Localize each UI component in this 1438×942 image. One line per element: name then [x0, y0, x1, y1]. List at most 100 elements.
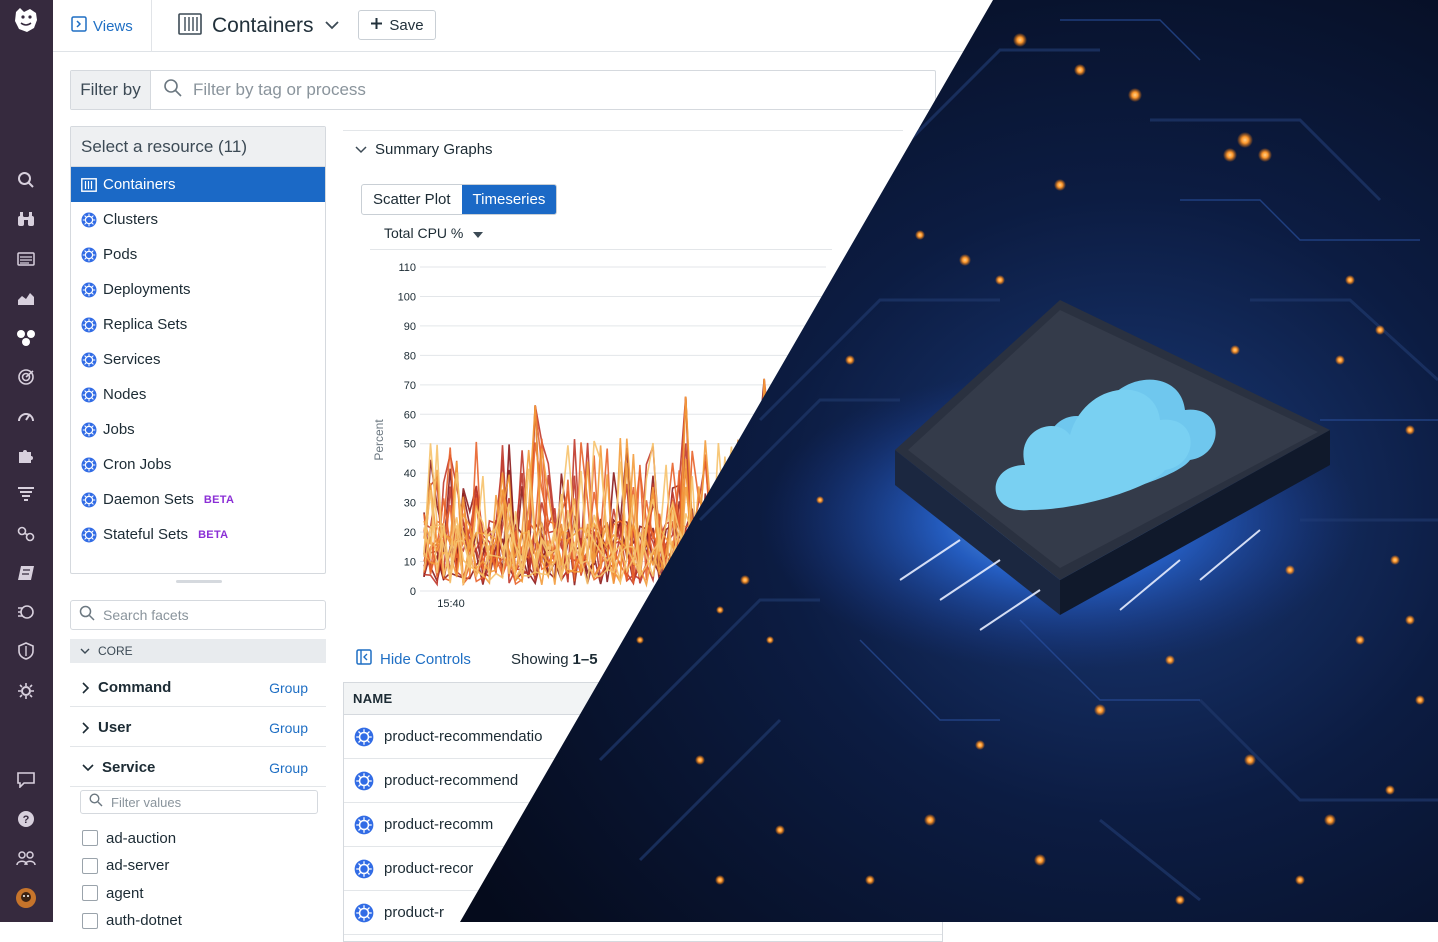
kubernetes-icon	[81, 457, 97, 473]
kubernetes-icon	[81, 387, 97, 403]
checkbox[interactable]	[82, 830, 98, 846]
tab-timeseries[interactable]: Timeseries	[461, 185, 557, 214]
resource-item-label: Pods	[103, 246, 138, 263]
integrations-puzzle-icon[interactable]	[14, 443, 38, 467]
resource-item-daemon-sets[interactable]: Daemon Sets BETA	[71, 482, 325, 517]
metric-selector[interactable]: Total CPU %	[384, 222, 484, 244]
service-value-row[interactable]: ad-auction	[82, 827, 176, 849]
chevron-down-icon	[82, 763, 94, 772]
facet-command[interactable]: Command Group	[70, 669, 326, 707]
kubernetes-icon	[354, 771, 374, 791]
metrics-chart-icon[interactable]	[14, 286, 38, 310]
resource-item-replica-sets[interactable]: Replica Sets	[71, 307, 325, 342]
apm-target-icon[interactable]	[14, 365, 38, 389]
user-avatar[interactable]	[14, 886, 38, 910]
kubernetes-icon	[81, 317, 97, 333]
security-shield-icon[interactable]	[14, 639, 38, 663]
team-icon[interactable]	[14, 846, 38, 870]
core-label: CORE	[98, 644, 133, 658]
row-name: product-recomm	[384, 816, 494, 833]
containers-icon	[178, 12, 202, 40]
y-tick-label: 0	[410, 586, 416, 598]
resource-item-label: Services	[103, 351, 161, 368]
rum-icon[interactable]	[14, 600, 38, 624]
ci-gear-icon[interactable]	[14, 679, 38, 703]
service-value-label: auth-dotnet	[106, 912, 182, 929]
collapse-panel-icon	[356, 649, 372, 669]
hide-controls-button[interactable]: Hide Controls	[356, 648, 471, 670]
page-title: Containers	[212, 14, 314, 37]
resource-item-deployments[interactable]: Deployments	[71, 272, 325, 307]
resource-item-jobs[interactable]: Jobs	[71, 412, 325, 447]
hide-controls-label: Hide Controls	[380, 650, 471, 668]
y-tick-label: 20	[404, 527, 416, 539]
kubernetes-icon	[81, 492, 97, 508]
search-facets-field	[70, 600, 326, 630]
kubernetes-icon	[81, 212, 97, 228]
summary-graphs-heading: Summary Graphs	[375, 141, 493, 158]
y-tick-label: 90	[404, 321, 416, 333]
y-tick-label: 50	[404, 439, 416, 451]
help-icon[interactable]: ?	[14, 807, 38, 831]
save-label: Save	[389, 16, 424, 34]
resource-item-cron-jobs[interactable]: Cron Jobs	[71, 447, 325, 482]
resource-item-containers[interactable]: Containers	[71, 167, 325, 202]
row-name: product-recor	[384, 860, 474, 877]
tab-scatter-plot[interactable]: Scatter Plot	[362, 185, 462, 214]
metric-label: Total CPU %	[384, 225, 464, 241]
resource-item-services[interactable]: Services	[71, 342, 325, 377]
resource-item-nodes[interactable]: Nodes	[71, 377, 325, 412]
checkbox[interactable]	[82, 857, 98, 874]
resource-item-stateful-sets[interactable]: Stateful Sets BETA	[71, 517, 325, 552]
filter-values-input[interactable]	[109, 793, 289, 811]
chevron-down-icon	[324, 17, 340, 35]
service-value-row[interactable]: agent	[82, 882, 144, 904]
search-facets-input[interactable]	[101, 606, 301, 624]
service-value-row[interactable]: ad-server	[82, 855, 169, 877]
group-link[interactable]: Group	[269, 760, 308, 776]
resource-item-label: Nodes	[103, 386, 147, 403]
search-icon	[89, 792, 103, 812]
chevron-down-icon	[355, 141, 367, 158]
filter-input-wrap	[151, 71, 935, 109]
checkbox[interactable]	[82, 912, 98, 929]
group-link[interactable]: Group	[269, 720, 308, 736]
chat-icon[interactable]	[14, 768, 38, 792]
service-value-row[interactable]: auth-dotnet	[82, 910, 182, 932]
resource-item-label: Replica Sets	[103, 316, 188, 333]
notebook-icon[interactable]	[14, 561, 38, 585]
resource-item-pods[interactable]: Pods	[71, 237, 325, 272]
kubernetes-icon	[354, 727, 374, 747]
dashboard-list-icon[interactable]	[14, 247, 38, 271]
containers-icon	[81, 177, 97, 192]
resource-list: Containers Clusters Pods Deployments Replica…	[71, 167, 325, 552]
service-value-label: agent	[106, 884, 144, 902]
checkbox[interactable]	[82, 885, 98, 901]
logs-icon[interactable]	[14, 482, 38, 506]
chevron-down-icon	[80, 644, 90, 658]
datadog-logo-icon[interactable]	[10, 4, 42, 36]
binoculars-icon[interactable]	[14, 207, 38, 231]
filter-input[interactable]	[191, 79, 691, 101]
resource-item-clusters[interactable]: Clusters	[71, 202, 325, 237]
facet-user[interactable]: User Group	[70, 709, 326, 747]
resource-panel: Select a resource (11) Containers Cluster…	[70, 126, 326, 574]
speedometer-icon[interactable]	[14, 404, 38, 428]
infrastructure-icon[interactable]	[14, 325, 38, 349]
service-value-label: ad-auction	[106, 829, 177, 847]
page-title-selector[interactable]: Containers	[178, 10, 340, 42]
search-icon[interactable]	[14, 168, 38, 192]
views-button[interactable]: Views	[71, 14, 133, 38]
showing-prefix: Showing	[511, 650, 569, 668]
resource-item-label: Jobs	[103, 421, 135, 438]
resize-handle[interactable]	[176, 580, 222, 583]
resource-item-label: Containers	[103, 176, 176, 193]
caret-down-icon	[473, 225, 484, 241]
y-axis-label: Percent	[372, 419, 386, 461]
save-button[interactable]: Save	[358, 10, 436, 40]
summary-graphs-toggle[interactable]: Summary Graphs	[343, 130, 903, 168]
core-section-toggle[interactable]: CORE	[70, 639, 326, 663]
group-link[interactable]: Group	[269, 680, 308, 696]
facet-service[interactable]: Service Group	[70, 749, 326, 787]
synthetics-link-icon[interactable]	[14, 522, 38, 546]
